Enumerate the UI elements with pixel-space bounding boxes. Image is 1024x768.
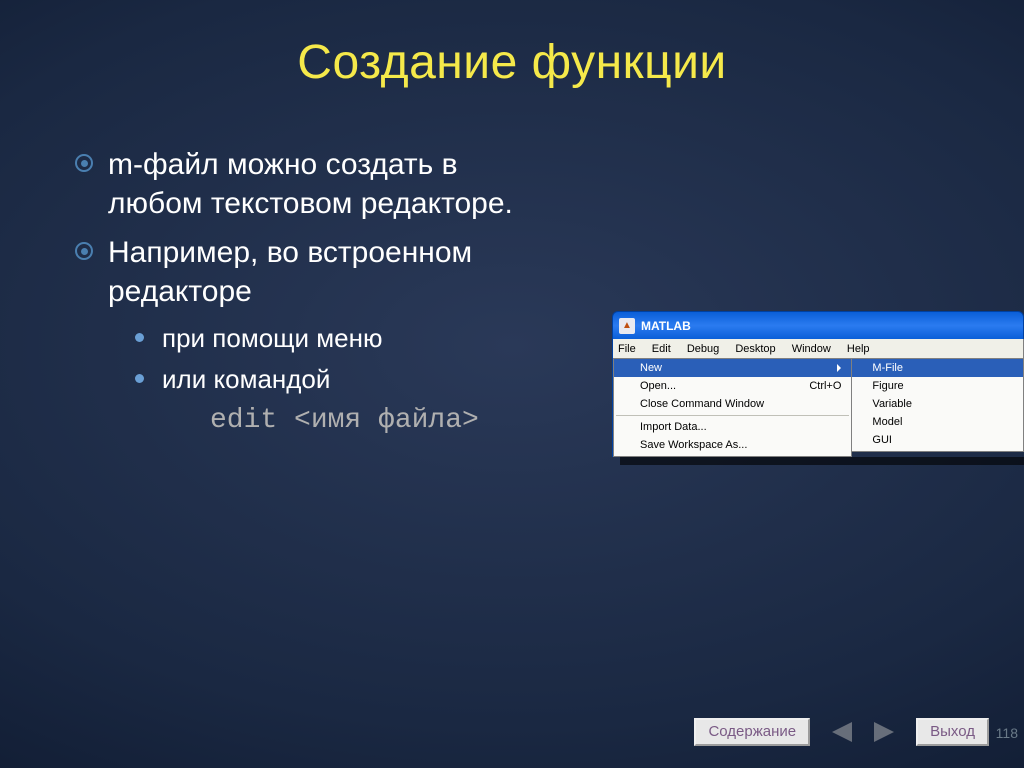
menu-item-import[interactable]: Import Data... bbox=[614, 418, 851, 436]
submenu-item-model[interactable]: Model bbox=[852, 413, 1023, 431]
bullet-item: m-файл можно создать в любом текстовом р… bbox=[75, 145, 540, 223]
submenu-label: M-File bbox=[872, 362, 903, 374]
contents-button[interactable]: Содержание bbox=[694, 718, 810, 746]
submenu-label: Model bbox=[872, 416, 902, 428]
matlab-window: ▲ MATLAB File Edit Debug Desktop Window … bbox=[612, 311, 1024, 457]
submenu-label: GUI bbox=[872, 434, 892, 446]
menu-item-label: Open... bbox=[640, 380, 676, 392]
sub-list: при помощи меню или командой bbox=[75, 321, 540, 397]
bullet-text: Например, во встроенном редакторе bbox=[108, 233, 540, 311]
dot-icon bbox=[135, 374, 144, 383]
menu-help[interactable]: Help bbox=[847, 343, 870, 355]
bullet-text: m-файл можно создать в любом текстовом р… bbox=[108, 145, 540, 223]
menu-item-save-ws[interactable]: Save Workspace As... bbox=[614, 436, 851, 454]
menu-item-open[interactable]: Open... Ctrl+O bbox=[614, 377, 851, 395]
chevron-right-icon bbox=[837, 364, 841, 372]
dot-icon bbox=[135, 333, 144, 342]
window-titlebar: ▲ MATLAB bbox=[612, 311, 1024, 339]
footer-nav: Содержание Выход bbox=[694, 718, 989, 746]
sub-bullet-text: или командой bbox=[162, 362, 330, 397]
submenu-item-figure[interactable]: Figure bbox=[852, 377, 1023, 395]
menu-item-shortcut: Ctrl+O bbox=[809, 380, 841, 392]
submenu-label: Figure bbox=[872, 380, 903, 392]
menu-desktop[interactable]: Desktop bbox=[735, 343, 775, 355]
menu-file[interactable]: File bbox=[618, 343, 636, 355]
menu-item-label: Close Command Window bbox=[640, 398, 764, 410]
dropdown-menus: New Open... Ctrl+O Close Command Window … bbox=[612, 358, 1024, 457]
submenu-item-gui[interactable]: GUI bbox=[852, 431, 1023, 449]
sub-bullet-text: при помощи меню bbox=[162, 321, 383, 356]
menu-item-close-cmd[interactable]: Close Command Window bbox=[614, 395, 851, 413]
prev-arrow-icon[interactable] bbox=[832, 722, 852, 742]
new-submenu: M-File Figure Variable Model GUI bbox=[852, 358, 1024, 452]
menu-item-label: Import Data... bbox=[640, 421, 707, 433]
exit-button[interactable]: Выход bbox=[916, 718, 989, 746]
menubar: File Edit Debug Desktop Window Help bbox=[612, 339, 1024, 358]
slide-title: Создание функции bbox=[0, 0, 1024, 90]
menu-separator bbox=[616, 415, 849, 416]
menu-debug[interactable]: Debug bbox=[687, 343, 719, 355]
bullet-icon bbox=[75, 242, 93, 260]
bullet-icon bbox=[75, 154, 93, 172]
submenu-item-variable[interactable]: Variable bbox=[852, 395, 1023, 413]
submenu-label: Variable bbox=[872, 398, 912, 410]
submenu-item-mfile[interactable]: M-File bbox=[852, 359, 1023, 377]
bullet-item: Например, во встроенном редакторе bbox=[75, 233, 540, 311]
code-snippet: edit <имя файла> bbox=[75, 405, 540, 436]
file-dropdown: New Open... Ctrl+O Close Command Window … bbox=[613, 358, 852, 457]
sub-bullet: или командой bbox=[135, 362, 540, 397]
next-arrow-icon[interactable] bbox=[874, 722, 894, 742]
menu-item-new[interactable]: New bbox=[614, 359, 851, 377]
slide-body: m-файл можно создать в любом текстовом р… bbox=[0, 90, 540, 436]
menu-item-label: New bbox=[640, 362, 662, 374]
menu-edit[interactable]: Edit bbox=[652, 343, 671, 355]
page-number: 118 bbox=[996, 725, 1018, 741]
matlab-icon: ▲ bbox=[619, 318, 635, 334]
menu-window[interactable]: Window bbox=[792, 343, 831, 355]
window-title: MATLAB bbox=[641, 319, 691, 333]
menu-item-label: Save Workspace As... bbox=[640, 439, 747, 451]
sub-bullet: при помощи меню bbox=[135, 321, 540, 356]
